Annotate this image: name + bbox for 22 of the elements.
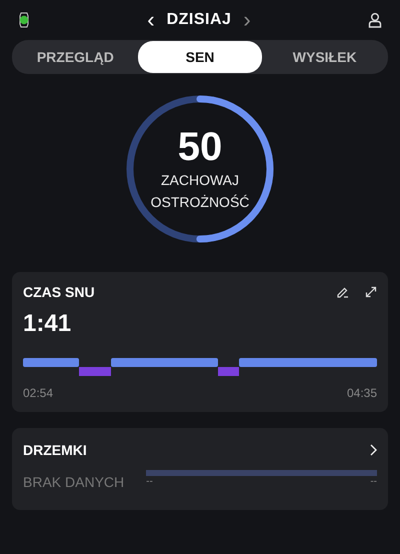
no-data-label: BRAK DANYCH bbox=[23, 474, 124, 490]
tab[interactable]: SEN bbox=[138, 41, 262, 73]
start-time: -- bbox=[146, 476, 153, 487]
score-status: ZACHOWAJ OSTROŻNOŚĆ bbox=[150, 171, 250, 212]
profile-icon[interactable] bbox=[368, 12, 382, 28]
tab[interactable]: PRZEGLĄD bbox=[13, 41, 138, 73]
date-label: DZISIAJ bbox=[166, 11, 232, 29]
sleep-duration: 1:41 bbox=[23, 310, 72, 338]
edit-icon[interactable] bbox=[337, 286, 349, 298]
naps-card[interactable]: DRZEMKI BRAK DANYCH -- -- bbox=[12, 428, 388, 510]
watch-icon[interactable] bbox=[18, 12, 30, 28]
start-time: 02:54 bbox=[23, 386, 54, 400]
previous-day-button[interactable]: ‹ bbox=[143, 10, 159, 30]
score-value: 50 bbox=[178, 125, 222, 169]
next-day-button[interactable]: › bbox=[239, 10, 255, 30]
expand-icon[interactable] bbox=[365, 286, 377, 298]
card-title: DRZEMKI bbox=[23, 442, 87, 458]
tab[interactable]: WYSIŁEK bbox=[262, 41, 388, 73]
chevron-right-icon[interactable] bbox=[369, 444, 377, 456]
card-title: CZAS SNU bbox=[23, 284, 95, 300]
end-time: -- bbox=[370, 476, 377, 487]
end-time: 04:35 bbox=[346, 386, 377, 400]
